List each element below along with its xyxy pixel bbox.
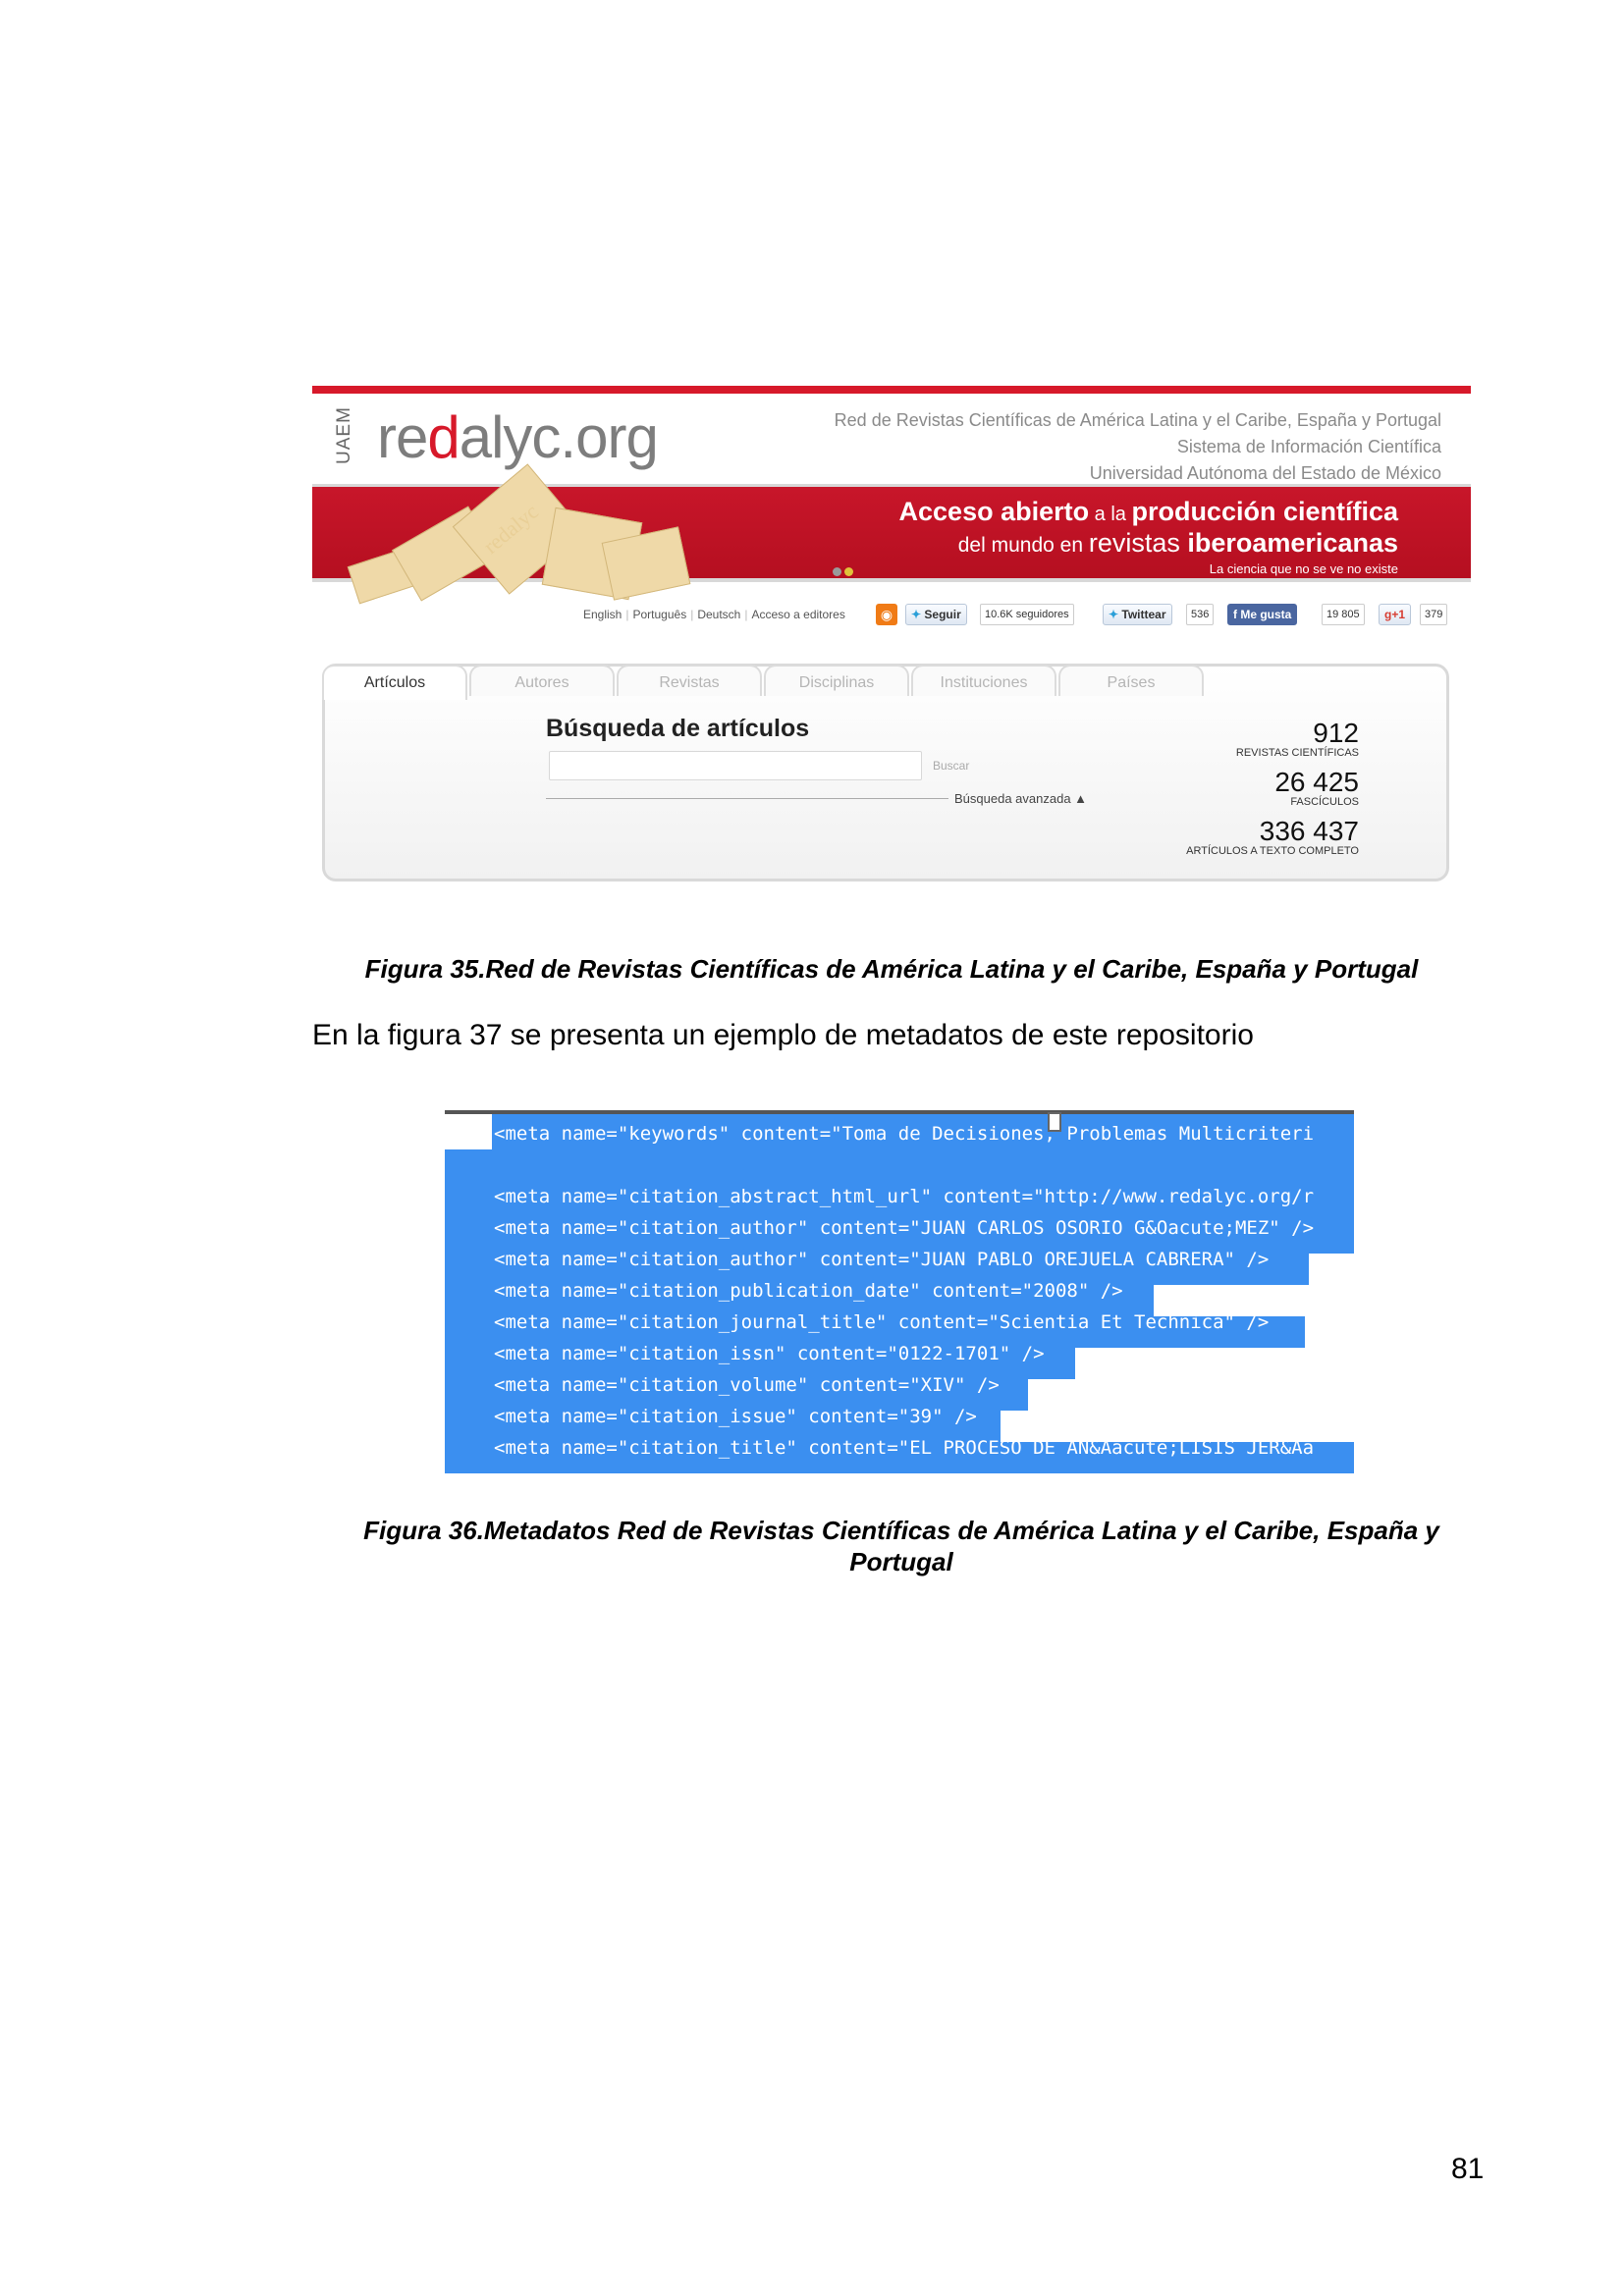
twitter-follow-button[interactable]: ✦ Seguir [905, 604, 967, 625]
social-toolbar: English | Português | Deutsch | Acceso a edito… [312, 598, 1471, 627]
metadata-screenshot: <meta name="keywords" content="Toma de D… [445, 1110, 1354, 1473]
stat-value: 336 437 [1259, 816, 1359, 846]
stat-label: REVISTAS CIENTÍFICAS [1235, 747, 1359, 759]
code-line: <meta name="citation_publication_date" c… [494, 1280, 1123, 1302]
tab-revistas[interactable]: Revistas [617, 665, 762, 696]
header-line: Sistema de Información Científica [1176, 437, 1441, 456]
tweet-label: Twittear [1121, 608, 1166, 621]
gplus-count: 379 [1420, 604, 1448, 625]
header-institution-text: Red de Revistas Científicas de América L… [835, 407, 1441, 487]
banner-text: del mundo en [957, 534, 1089, 557]
tab-articulos[interactable]: Artículos [322, 665, 467, 700]
twitter-icon: ✦ [1109, 608, 1119, 621]
carousel-dots[interactable] [833, 563, 856, 581]
language-links: English | Português | Deutsch | Acceso a edito… [583, 608, 845, 621]
body-paragraph: En la figura 37 se presenta un ejemplo d… [312, 1019, 1254, 1051]
tab-instituciones[interactable]: Instituciones [911, 665, 1056, 696]
figure-36-caption: Figura 36.Metadatos Red de Revistas Cien… [312, 1515, 1490, 1577]
caption-line: Portugal [849, 1547, 953, 1576]
code-line: <meta name="citation_journal_title" cont… [494, 1311, 1270, 1333]
banner-text: revistas [1088, 528, 1180, 558]
facebook-icon: f [1233, 608, 1237, 621]
uaem-label: UAEM [334, 406, 354, 464]
logo-text-pre: re [377, 404, 428, 470]
carousel-dot[interactable] [844, 567, 853, 576]
lang-link-deutsch[interactable]: Deutsch [697, 608, 740, 621]
banner-headline: Acceso abierto a la producción científic… [899, 497, 1398, 576]
hero-banner: redalyc Acceso abierto a la producción c… [312, 463, 1471, 605]
code-line: <meta name="citation_author" content="JU… [494, 1249, 1270, 1270]
tab-disciplinas[interactable]: Disciplinas [764, 665, 909, 696]
editors-access-link[interactable]: Acceso a editores [751, 608, 844, 621]
banner-text: a la [1089, 504, 1132, 525]
page-number: 81 [1451, 2153, 1485, 2185]
logo-mark: d [427, 404, 460, 470]
site-header: UAEM redalyc.org Red de Revistas Científ… [312, 394, 1471, 483]
twitter-followers-count: 10.6K seguidores [980, 604, 1074, 625]
advanced-search-link[interactable]: Búsqueda avanzada ▲ [954, 791, 1087, 806]
search-input[interactable] [549, 751, 922, 780]
code-line: <meta name="citation_volume" content="XI… [494, 1374, 1000, 1396]
search-title: Búsqueda de artículos [546, 715, 810, 742]
search-button[interactable]: Buscar [933, 759, 969, 773]
twitter-follow-label: Seguir [924, 608, 961, 621]
redalyc-logo[interactable]: redalyc.org [377, 403, 659, 471]
redalyc-screenshot: UAEM redalyc.org Red de Revistas Científ… [312, 386, 1471, 888]
banner-text: producción científica [1131, 497, 1398, 526]
banner-text: Acceso abierto [898, 497, 1090, 526]
twitter-icon: ✦ [911, 608, 922, 621]
code-line: <meta name="citation_title" content="EL … [494, 1437, 1315, 1459]
carousel-dot[interactable] [833, 567, 841, 576]
facebook-like-button[interactable]: f Me gusta [1227, 604, 1298, 625]
rss-icon[interactable]: ◉ [876, 604, 897, 625]
facebook-like-label: Me gusta [1240, 608, 1292, 621]
tab-autores[interactable]: Autores [469, 665, 615, 696]
gplus-button[interactable]: g+1 [1379, 604, 1412, 625]
text-cursor-icon [1048, 1112, 1061, 1132]
tab-paises[interactable]: Países [1058, 665, 1204, 696]
envelopes-illustration: redalyc [347, 463, 691, 605]
top-red-bar [312, 386, 1471, 394]
figure-35-caption: Figura 35.Red de Revistas Científicas de… [364, 954, 1419, 984]
site-stats: 912 REVISTAS CIENTÍFICAS 26 425 FASCÍCUL… [1186, 720, 1359, 867]
code-line: <meta name="citation_issue" content="39"… [494, 1406, 977, 1427]
stat-label: FASCÍCULOS [1290, 796, 1359, 808]
code-line: <meta name="keywords" content="Toma de D… [494, 1123, 1315, 1145]
banner-tagline: La ciencia que no se ve no existe [1209, 561, 1398, 576]
facebook-like-count: 19 805 [1322, 604, 1365, 625]
tweet-count: 536 [1186, 604, 1215, 625]
header-line: Red de Revistas Científicas de América L… [834, 410, 1441, 430]
tweet-button[interactable]: ✦ Twittear [1103, 604, 1172, 625]
stat-value: 26 425 [1274, 767, 1359, 797]
logo-text-post: alyc.org [459, 404, 659, 470]
banner-text: iberoamericanas [1179, 528, 1398, 558]
lang-link-english[interactable]: English [583, 608, 622, 621]
header-line: Universidad Autónoma del Estado de Méxic… [1089, 463, 1441, 483]
caption-line: Figura 36.Metadatos Red de Revistas Cien… [363, 1516, 1439, 1545]
code-line: <meta name="citation_issn" content="0122… [494, 1343, 1045, 1364]
stat-label: ARTÍCULOS A TEXTO COMPLETO [1186, 845, 1359, 857]
divider [546, 798, 948, 799]
code-line: <meta name="citation_abstract_html_url" … [494, 1186, 1315, 1207]
stat-value: 912 [1313, 718, 1359, 748]
code-line: <meta name="citation_author" content="JU… [494, 1217, 1315, 1239]
lang-link-portugues[interactable]: Português [632, 608, 686, 621]
